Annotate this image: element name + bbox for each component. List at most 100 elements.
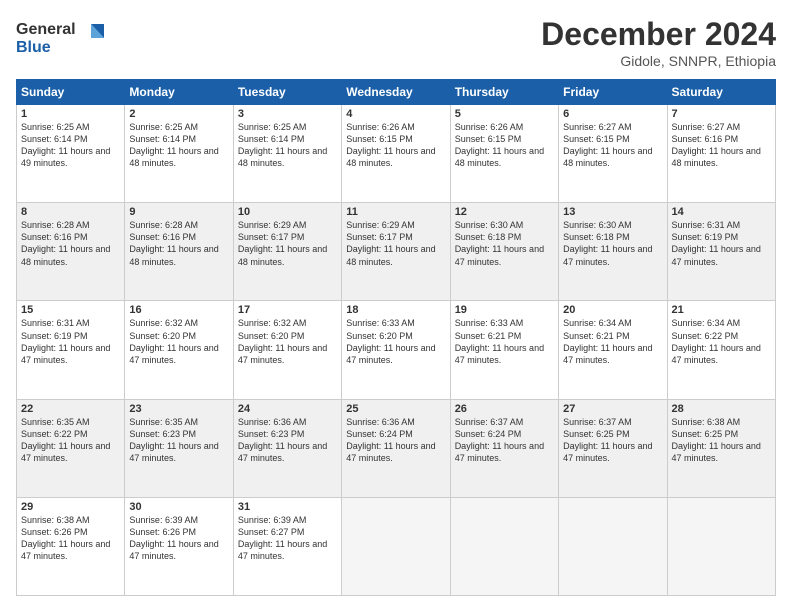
day-info: Sunrise: 6:26 AM Sunset: 6:15 PM Dayligh… — [346, 121, 445, 170]
day-info: Sunrise: 6:33 AM Sunset: 6:21 PM Dayligh… — [455, 317, 554, 366]
calendar-day-cell: 7 Sunrise: 6:27 AM Sunset: 6:16 PM Dayli… — [667, 105, 775, 203]
calendar-day-cell — [450, 497, 558, 595]
calendar-day-cell: 27 Sunrise: 6:37 AM Sunset: 6:25 PM Dayl… — [559, 399, 667, 497]
calendar-day-cell — [342, 497, 450, 595]
calendar-day-cell: 18 Sunrise: 6:33 AM Sunset: 6:20 PM Dayl… — [342, 301, 450, 399]
header-wednesday: Wednesday — [342, 80, 450, 105]
day-number: 25 — [346, 403, 445, 415]
day-info: Sunrise: 6:28 AM Sunset: 6:16 PM Dayligh… — [21, 219, 120, 268]
calendar-day-cell: 4 Sunrise: 6:26 AM Sunset: 6:15 PM Dayli… — [342, 105, 450, 203]
day-info: Sunrise: 6:36 AM Sunset: 6:24 PM Dayligh… — [346, 416, 445, 465]
calendar-day-cell: 15 Sunrise: 6:31 AM Sunset: 6:19 PM Dayl… — [17, 301, 125, 399]
calendar-day-cell: 21 Sunrise: 6:34 AM Sunset: 6:22 PM Dayl… — [667, 301, 775, 399]
day-number: 17 — [238, 304, 337, 316]
day-number: 26 — [455, 403, 554, 415]
title-section: December 2024 Gidole, SNNPR, Ethiopia — [541, 16, 776, 69]
day-info: Sunrise: 6:27 AM Sunset: 6:15 PM Dayligh… — [563, 121, 662, 170]
calendar-day-cell: 11 Sunrise: 6:29 AM Sunset: 6:17 PM Dayl… — [342, 203, 450, 301]
day-number: 23 — [129, 403, 228, 415]
calendar-day-cell: 13 Sunrise: 6:30 AM Sunset: 6:18 PM Dayl… — [559, 203, 667, 301]
calendar-day-cell: 17 Sunrise: 6:32 AM Sunset: 6:20 PM Dayl… — [233, 301, 341, 399]
calendar-day-cell: 28 Sunrise: 6:38 AM Sunset: 6:25 PM Dayl… — [667, 399, 775, 497]
logo: General Blue — [16, 16, 106, 65]
day-number: 27 — [563, 403, 662, 415]
day-info: Sunrise: 6:35 AM Sunset: 6:23 PM Dayligh… — [129, 416, 228, 465]
svg-text:General: General — [16, 21, 76, 38]
calendar-day-cell: 9 Sunrise: 6:28 AM Sunset: 6:16 PM Dayli… — [125, 203, 233, 301]
calendar-day-cell: 20 Sunrise: 6:34 AM Sunset: 6:21 PM Dayl… — [559, 301, 667, 399]
header-tuesday: Tuesday — [233, 80, 341, 105]
day-number: 2 — [129, 108, 228, 120]
calendar-day-cell: 22 Sunrise: 6:35 AM Sunset: 6:22 PM Dayl… — [17, 399, 125, 497]
day-info: Sunrise: 6:31 AM Sunset: 6:19 PM Dayligh… — [672, 219, 771, 268]
logo-text: General Blue — [16, 16, 106, 65]
calendar-day-cell: 26 Sunrise: 6:37 AM Sunset: 6:24 PM Dayl… — [450, 399, 558, 497]
calendar-day-cell: 5 Sunrise: 6:26 AM Sunset: 6:15 PM Dayli… — [450, 105, 558, 203]
day-number: 18 — [346, 304, 445, 316]
day-number: 7 — [672, 108, 771, 120]
calendar-day-cell: 14 Sunrise: 6:31 AM Sunset: 6:19 PM Dayl… — [667, 203, 775, 301]
calendar-day-cell: 2 Sunrise: 6:25 AM Sunset: 6:14 PM Dayli… — [125, 105, 233, 203]
day-info: Sunrise: 6:39 AM Sunset: 6:26 PM Dayligh… — [129, 514, 228, 563]
day-number: 21 — [672, 304, 771, 316]
svg-text:Blue: Blue — [16, 39, 51, 56]
day-number: 13 — [563, 206, 662, 218]
day-number: 29 — [21, 501, 120, 513]
day-info: Sunrise: 6:33 AM Sunset: 6:20 PM Dayligh… — [346, 317, 445, 366]
day-number: 31 — [238, 501, 337, 513]
calendar-day-cell: 30 Sunrise: 6:39 AM Sunset: 6:26 PM Dayl… — [125, 497, 233, 595]
day-number: 22 — [21, 403, 120, 415]
calendar-table: Sunday Monday Tuesday Wednesday Thursday… — [16, 79, 776, 596]
calendar-day-cell: 16 Sunrise: 6:32 AM Sunset: 6:20 PM Dayl… — [125, 301, 233, 399]
day-number: 9 — [129, 206, 228, 218]
day-info: Sunrise: 6:25 AM Sunset: 6:14 PM Dayligh… — [238, 121, 337, 170]
day-info: Sunrise: 6:38 AM Sunset: 6:25 PM Dayligh… — [672, 416, 771, 465]
week-row-4: 22 Sunrise: 6:35 AM Sunset: 6:22 PM Dayl… — [17, 399, 776, 497]
calendar-day-cell — [559, 497, 667, 595]
calendar-day-cell: 6 Sunrise: 6:27 AM Sunset: 6:15 PM Dayli… — [559, 105, 667, 203]
header-monday: Monday — [125, 80, 233, 105]
day-info: Sunrise: 6:36 AM Sunset: 6:23 PM Dayligh… — [238, 416, 337, 465]
header-thursday: Thursday — [450, 80, 558, 105]
day-info: Sunrise: 6:31 AM Sunset: 6:19 PM Dayligh… — [21, 317, 120, 366]
calendar-day-cell: 29 Sunrise: 6:38 AM Sunset: 6:26 PM Dayl… — [17, 497, 125, 595]
day-info: Sunrise: 6:37 AM Sunset: 6:25 PM Dayligh… — [563, 416, 662, 465]
day-info: Sunrise: 6:28 AM Sunset: 6:16 PM Dayligh… — [129, 219, 228, 268]
header-friday: Friday — [559, 80, 667, 105]
day-number: 28 — [672, 403, 771, 415]
day-info: Sunrise: 6:34 AM Sunset: 6:21 PM Dayligh… — [563, 317, 662, 366]
day-info: Sunrise: 6:30 AM Sunset: 6:18 PM Dayligh… — [455, 219, 554, 268]
day-number: 24 — [238, 403, 337, 415]
day-info: Sunrise: 6:29 AM Sunset: 6:17 PM Dayligh… — [346, 219, 445, 268]
calendar-day-cell: 24 Sunrise: 6:36 AM Sunset: 6:23 PM Dayl… — [233, 399, 341, 497]
header: General Blue December 2024 Gidole, SNNPR… — [16, 16, 776, 69]
page: General Blue December 2024 Gidole, SNNPR… — [0, 0, 792, 612]
day-number: 15 — [21, 304, 120, 316]
day-info: Sunrise: 6:39 AM Sunset: 6:27 PM Dayligh… — [238, 514, 337, 563]
week-row-2: 8 Sunrise: 6:28 AM Sunset: 6:16 PM Dayli… — [17, 203, 776, 301]
day-info: Sunrise: 6:27 AM Sunset: 6:16 PM Dayligh… — [672, 121, 771, 170]
weekday-header-row: Sunday Monday Tuesday Wednesday Thursday… — [17, 80, 776, 105]
calendar-day-cell: 23 Sunrise: 6:35 AM Sunset: 6:23 PM Dayl… — [125, 399, 233, 497]
day-number: 3 — [238, 108, 337, 120]
header-saturday: Saturday — [667, 80, 775, 105]
day-number: 4 — [346, 108, 445, 120]
day-number: 6 — [563, 108, 662, 120]
calendar-day-cell: 31 Sunrise: 6:39 AM Sunset: 6:27 PM Dayl… — [233, 497, 341, 595]
day-number: 20 — [563, 304, 662, 316]
day-number: 19 — [455, 304, 554, 316]
day-number: 5 — [455, 108, 554, 120]
day-info: Sunrise: 6:25 AM Sunset: 6:14 PM Dayligh… — [21, 121, 120, 170]
day-info: Sunrise: 6:35 AM Sunset: 6:22 PM Dayligh… — [21, 416, 120, 465]
calendar-day-cell: 8 Sunrise: 6:28 AM Sunset: 6:16 PM Dayli… — [17, 203, 125, 301]
day-number: 11 — [346, 206, 445, 218]
day-number: 14 — [672, 206, 771, 218]
week-row-5: 29 Sunrise: 6:38 AM Sunset: 6:26 PM Dayl… — [17, 497, 776, 595]
calendar-day-cell: 10 Sunrise: 6:29 AM Sunset: 6:17 PM Dayl… — [233, 203, 341, 301]
calendar-day-cell: 3 Sunrise: 6:25 AM Sunset: 6:14 PM Dayli… — [233, 105, 341, 203]
day-number: 30 — [129, 501, 228, 513]
week-row-1: 1 Sunrise: 6:25 AM Sunset: 6:14 PM Dayli… — [17, 105, 776, 203]
calendar-day-cell — [667, 497, 775, 595]
month-title: December 2024 — [541, 16, 776, 53]
day-info: Sunrise: 6:38 AM Sunset: 6:26 PM Dayligh… — [21, 514, 120, 563]
